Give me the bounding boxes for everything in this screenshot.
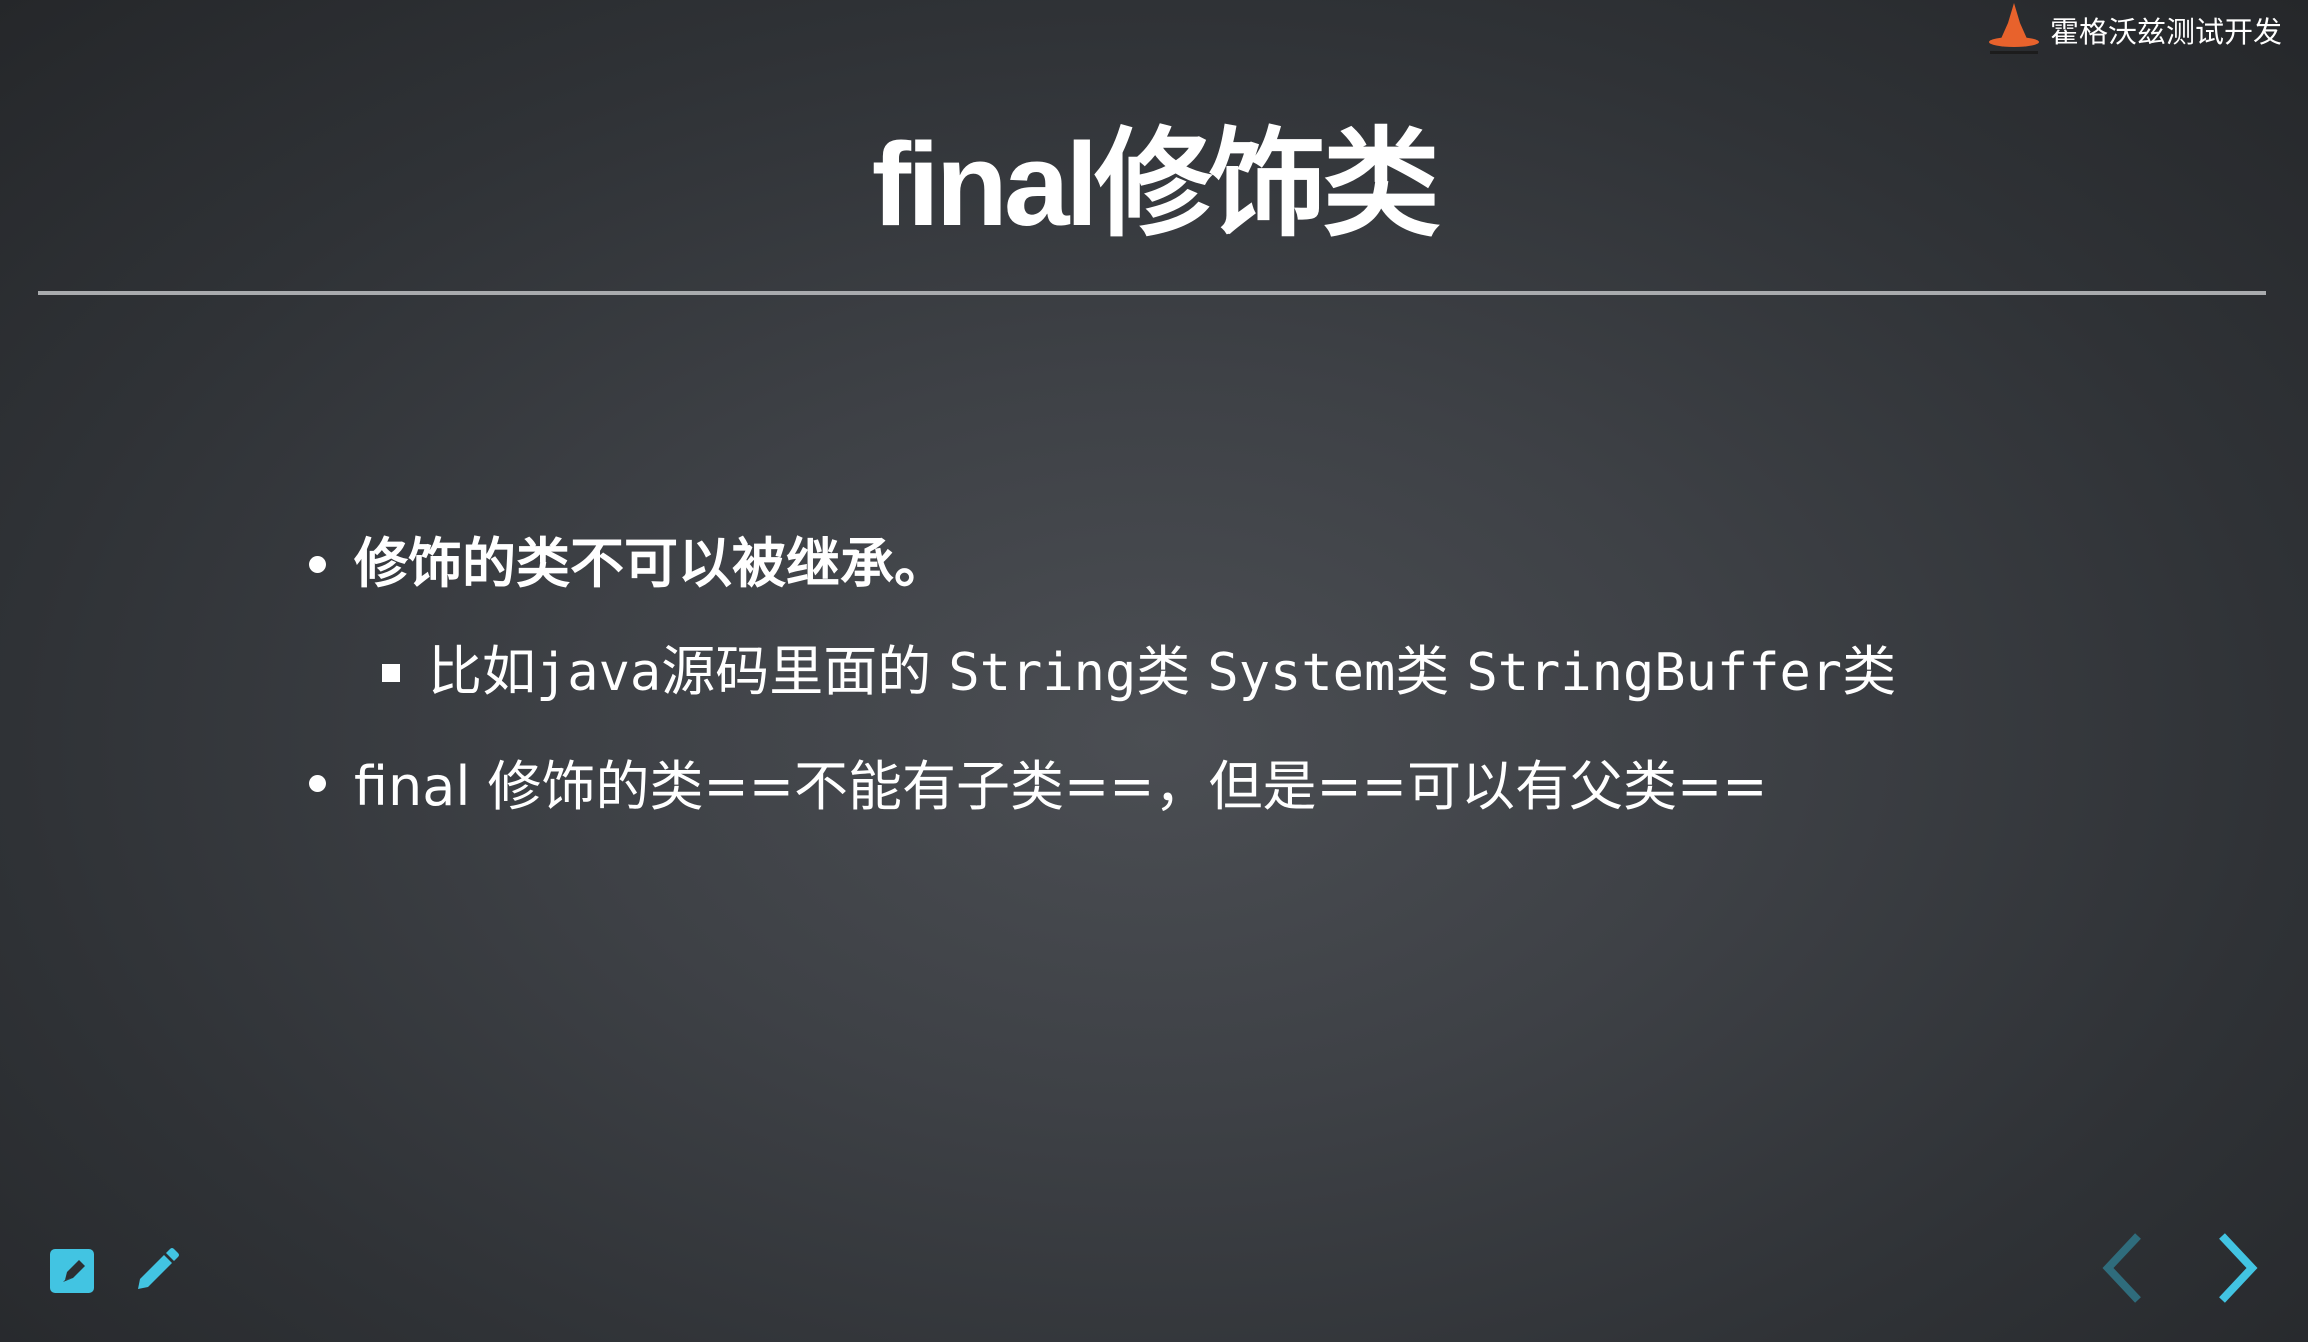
sub-bullet-text-part: 类 <box>1136 640 1208 703</box>
slide-title: final修饰类 <box>871 119 1441 251</box>
edit-square-icon[interactable] <box>48 1245 100 1297</box>
bullet-text: final 修饰的类==不能有子类==，但是==可以有父类== <box>354 755 1768 818</box>
wizard-hat-icon <box>1988 3 2039 54</box>
code-text: StringBuffer <box>1466 643 1843 703</box>
bullet-text: 修饰的类不可以被继承。 <box>354 532 948 595</box>
sub-bullet-text-part: 比如 <box>428 640 536 703</box>
bullet-item: 修饰的类不可以被继承。 <box>300 520 2100 608</box>
sub-bullet-item: 比如java源码里面的 String类 System类 StringBuffer… <box>300 624 2100 721</box>
brand-name: 霍格沃兹测试开发 <box>2049 15 2282 49</box>
bullet-item: final 修饰的类==不能有子类==，但是==可以有父类== <box>300 739 2100 835</box>
title-divider <box>38 291 2266 295</box>
code-text: String <box>948 643 1137 703</box>
sub-bullet-text-part: 类 <box>1842 640 1897 703</box>
pencil-icon[interactable] <box>130 1245 182 1297</box>
chevron-right-icon[interactable] <box>2200 1228 2272 1308</box>
code-text: java <box>536 643 662 703</box>
code-text: System <box>1207 643 1396 703</box>
slide-navigation <box>2088 1228 2272 1308</box>
bullet-dot <box>309 775 326 792</box>
bullet-dot <box>309 556 326 573</box>
chevron-left-icon[interactable] <box>2088 1228 2160 1308</box>
sub-bullet-text-part: 源码里面的 <box>661 640 949 703</box>
sub-bullet-square <box>382 664 400 682</box>
slide-content: 修饰的类不可以被继承。 比如java源码里面的 String类 System类 … <box>300 520 2100 835</box>
brand-logo: 霍格沃兹测试开发 <box>1984 3 2282 56</box>
sub-bullet-text-part: 类 <box>1395 640 1467 703</box>
slide-tools <box>48 1245 182 1297</box>
